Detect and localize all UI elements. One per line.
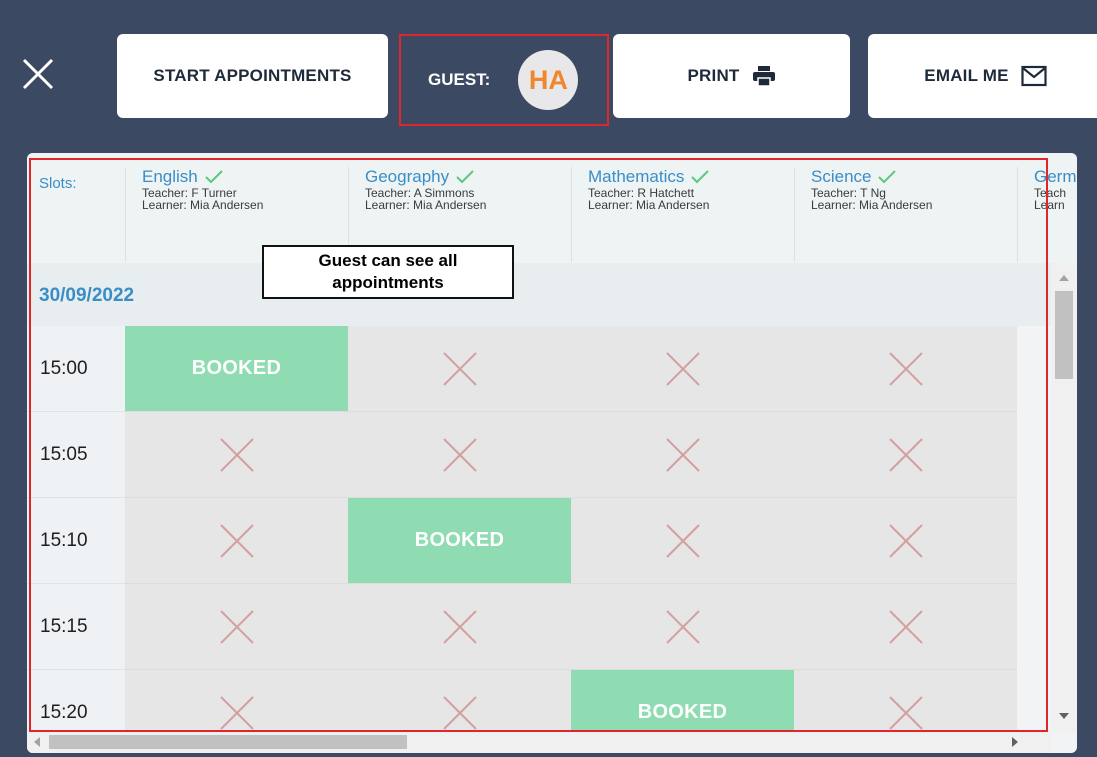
subject-info: Geography Teacher: A Simmons Learner: Mia …	[365, 167, 486, 211]
unavailable-x-icon	[442, 695, 477, 730]
unavailable-x-icon	[665, 437, 700, 472]
subject-name[interactable]: English	[142, 167, 198, 187]
time-label: 15:05	[27, 412, 125, 498]
subject-column-header: Mathematics Teacher: R Hatchett Learner: M…	[571, 167, 793, 262]
subject-name-row: Germ	[1034, 167, 1077, 187]
time-label: 15:10	[27, 498, 125, 584]
date-row: 30/09/2022	[27, 263, 1051, 326]
unavailable-x-icon	[442, 609, 477, 644]
appointments-panel: Slots: English Teacher: F Turner Learner: …	[27, 153, 1077, 753]
unavailable-x-icon	[665, 523, 700, 558]
unavailable-slot[interactable]	[125, 498, 348, 584]
scroll-right-arrow-icon[interactable]	[1012, 737, 1018, 747]
start-appointments-label: START APPOINTMENTS	[153, 66, 352, 85]
close-button[interactable]	[18, 54, 60, 96]
unavailable-x-icon	[219, 609, 254, 644]
time-slot-row: 15:05	[27, 412, 1051, 498]
subject-column-header: Germ Teach Learn	[1017, 167, 1077, 262]
subject-name[interactable]: Geography	[365, 167, 449, 187]
subject-name[interactable]: Science	[811, 167, 871, 187]
unavailable-slot[interactable]	[348, 326, 571, 412]
time-slot-row: 15:00 BOOKED	[27, 326, 1051, 412]
annotation-callout: Guest can see all appointments	[262, 245, 514, 299]
unavailable-slot[interactable]	[571, 498, 794, 584]
time-label: 15:15	[27, 584, 125, 670]
learner-name: Learn	[1034, 198, 1065, 212]
subject-info: English Teacher: F Turner Learner: Mia And…	[142, 167, 263, 211]
scroll-up-arrow-icon[interactable]	[1059, 275, 1069, 281]
unavailable-slot[interactable]	[794, 498, 1017, 584]
unavailable-slot[interactable]	[571, 326, 794, 412]
unavailable-x-icon	[442, 351, 477, 386]
subject-info: Mathematics Teacher: R Hatchett Learner: M…	[588, 167, 710, 211]
unavailable-x-icon	[219, 523, 254, 558]
check-icon	[877, 169, 897, 185]
unavailable-x-icon	[888, 437, 923, 472]
unavailable-x-icon	[888, 523, 923, 558]
learner-name: Learner: Mia Andersen	[811, 198, 933, 212]
unavailable-slot[interactable]	[125, 412, 348, 498]
guest-label: GUEST:	[428, 70, 491, 89]
unavailable-x-icon	[219, 695, 254, 730]
time-slot-row: 15:10 BOOKED	[27, 498, 1051, 584]
unavailable-slot[interactable]	[125, 584, 348, 670]
email-me-label: EMAIL ME	[924, 66, 1009, 85]
unavailable-x-icon	[665, 351, 700, 386]
unavailable-x-icon	[888, 695, 923, 730]
horizontal-scrollbar[interactable]	[27, 731, 1051, 753]
subject-column-header: Science Teacher: T Ng Learner: Mia Anderse…	[794, 167, 1016, 262]
unavailable-x-icon	[888, 351, 923, 386]
time-slot-row: 15:15	[27, 584, 1051, 670]
date-label: 30/09/2022	[39, 285, 135, 306]
vertical-scroll-thumb[interactable]	[1055, 291, 1073, 379]
unavailable-slot[interactable]	[348, 412, 571, 498]
horizontal-scroll-thumb[interactable]	[49, 735, 407, 749]
scroll-left-arrow-icon[interactable]	[34, 737, 40, 747]
learner-name: Learner: Mia Andersen	[142, 198, 264, 212]
unavailable-slot[interactable]	[571, 584, 794, 670]
time-label: 15:00	[27, 326, 125, 412]
subject-name-row: English	[142, 167, 263, 187]
start-appointments-button[interactable]: START APPOINTMENTS	[117, 34, 388, 118]
guest-indicator: GUEST: HA	[399, 34, 609, 126]
scroll-down-arrow-icon[interactable]	[1059, 713, 1069, 719]
unavailable-slot[interactable]	[794, 412, 1017, 498]
check-icon	[690, 169, 710, 185]
unavailable-slot[interactable]	[794, 584, 1017, 670]
subject-name-row: Science	[811, 167, 932, 187]
check-icon	[455, 169, 475, 185]
vertical-scrollbar[interactable]	[1051, 263, 1077, 733]
close-icon	[22, 58, 54, 90]
unavailable-slot[interactable]	[348, 584, 571, 670]
check-icon	[204, 169, 224, 185]
printer-icon	[752, 65, 776, 87]
subject-info: Science Teacher: T Ng Learner: Mia Anderse…	[811, 167, 932, 211]
subject-name[interactable]: Mathematics	[588, 167, 684, 187]
learner-name: Learner: Mia Andersen	[588, 198, 710, 212]
unavailable-slot[interactable]	[571, 412, 794, 498]
subject-name-row: Geography	[365, 167, 486, 187]
envelope-icon	[1021, 65, 1047, 87]
grid-header: Slots: English Teacher: F Turner Learner: …	[27, 153, 1077, 263]
subject-name[interactable]: Germ	[1034, 167, 1077, 187]
email-me-button[interactable]: EMAIL ME	[868, 34, 1097, 118]
booked-slot[interactable]: BOOKED	[125, 326, 348, 412]
unavailable-x-icon	[665, 609, 700, 644]
unavailable-x-icon	[442, 437, 477, 472]
learner-name: Learner: Mia Andersen	[365, 198, 487, 212]
print-label: PRINT	[687, 66, 740, 85]
subject-info: Germ Teach Learn	[1034, 167, 1077, 211]
guest-avatar[interactable]: HA	[518, 50, 579, 110]
unavailable-x-icon	[888, 609, 923, 644]
unavailable-x-icon	[219, 437, 254, 472]
print-button[interactable]: PRINT	[613, 34, 850, 118]
subject-name-row: Mathematics	[588, 167, 710, 187]
unavailable-slot[interactable]	[794, 326, 1017, 412]
slots-label: Slots:	[39, 175, 77, 192]
booked-slot[interactable]: BOOKED	[348, 498, 571, 584]
guest-initials: HA	[528, 64, 568, 95]
